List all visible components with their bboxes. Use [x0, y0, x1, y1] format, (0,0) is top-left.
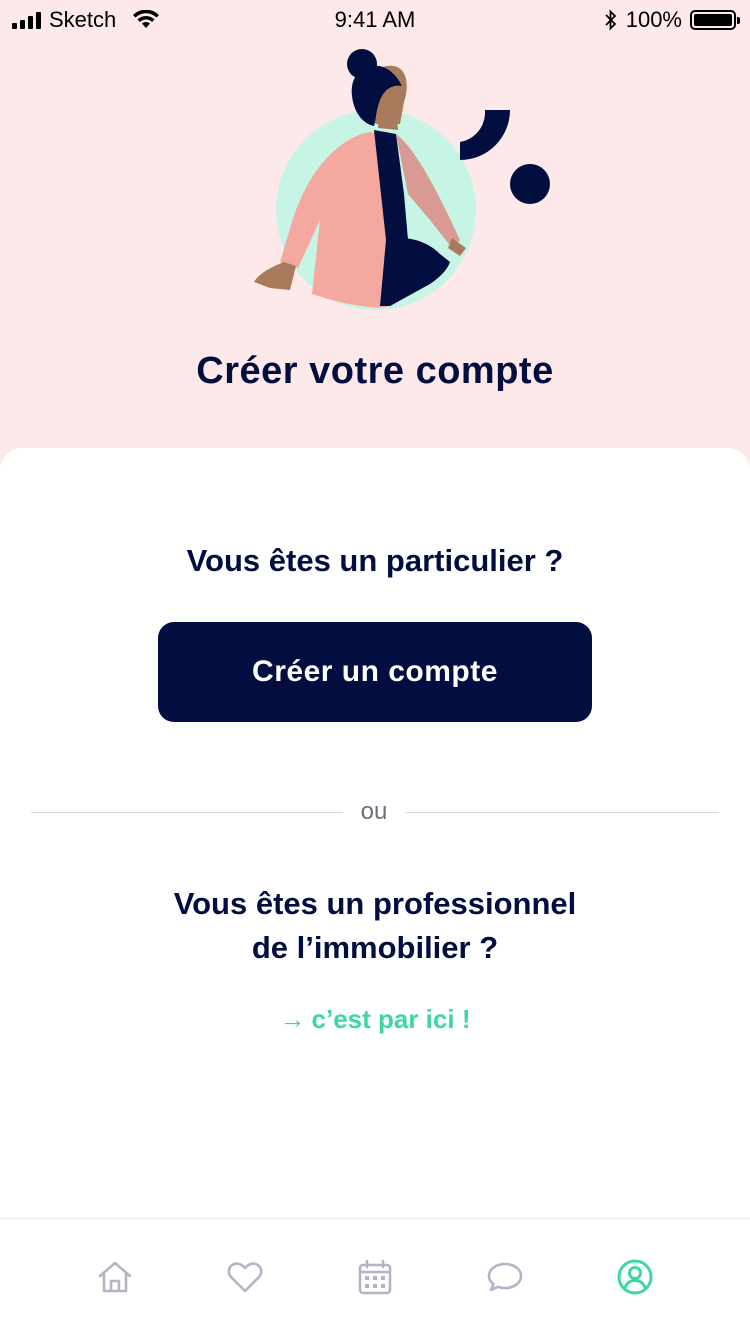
professional-question-line-1: Vous êtes un professionnel: [173, 886, 577, 921]
signup-card: Vous êtes un particulier ? Créer un comp…: [0, 448, 750, 1220]
professional-question: Vous êtes un professionnel de l’immobili…: [0, 882, 750, 970]
divider-line-left: [31, 812, 343, 813]
professional-link-label: c’est par ici !: [311, 1004, 471, 1034]
or-divider: ou: [31, 796, 719, 830]
professional-question-line-2: de l’immobilier ?: [251, 930, 499, 965]
page-title: Créer votre compte: [196, 350, 554, 392]
heart-icon: [227, 1261, 263, 1292]
divider-label: ou: [360, 798, 388, 825]
home-icon: [98, 1261, 132, 1292]
battery-percent: 100%: [625, 7, 682, 32]
arrow-right-icon: →: [279, 1004, 306, 1034]
tab-profile[interactable]: [605, 1247, 665, 1307]
navy-arc: [460, 110, 510, 160]
tab-bar: [0, 1218, 750, 1334]
tab-home[interactable]: [85, 1247, 145, 1307]
hair-bun: [347, 49, 377, 79]
calendar-icon: [358, 1259, 392, 1294]
divider-line-right: [405, 812, 719, 813]
individual-question: Vous êtes un particulier ?: [186, 543, 564, 578]
tab-calendar[interactable]: [345, 1247, 405, 1307]
profile-icon: [617, 1259, 653, 1294]
hero-illustration: [254, 49, 550, 310]
navy-dot: [510, 164, 550, 204]
status-bar: Sketch 9:41 AM 100%: [0, 0, 750, 40]
chat-icon: [487, 1262, 523, 1291]
create-account-button[interactable]: Créer un compte: [158, 622, 592, 722]
battery-fill: [694, 14, 732, 26]
battery-icon: [690, 10, 740, 30]
tab-messages[interactable]: [475, 1247, 535, 1307]
status-right: 100%: [604, 7, 740, 32]
bluetooth-icon: [605, 9, 616, 31]
professional-signup-link[interactable]: → c’est par ici !: [0, 1004, 750, 1035]
hand-left: [254, 262, 296, 290]
tab-favorites[interactable]: [215, 1247, 275, 1307]
